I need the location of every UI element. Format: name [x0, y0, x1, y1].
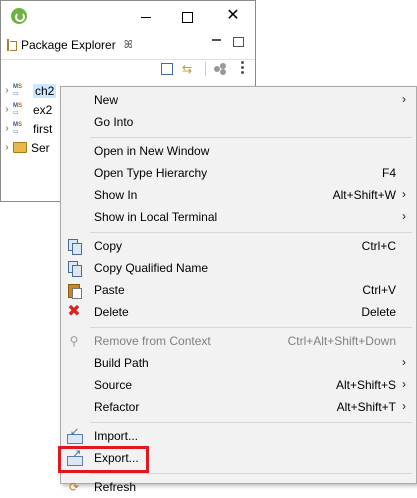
- menu-item-label: New: [94, 93, 119, 107]
- menu-item-copy-qualified-name[interactable]: Copy Qualified Name: [61, 257, 416, 279]
- maximize-button[interactable]: [167, 1, 207, 31]
- package-explorer-icon: [7, 39, 17, 51]
- menu-item-refresh[interactable]: ⟳ Refresh: [61, 476, 416, 498]
- menu-item-shortcut: Alt+Shift+T: [336, 400, 396, 414]
- menu-item-shortcut: Delete: [361, 305, 396, 319]
- submenu-arrow-icon: ›: [402, 92, 406, 106]
- filter-icon[interactable]: [214, 63, 228, 75]
- context-menu: New › Go Into Open in New Window Open Ty…: [60, 86, 417, 494]
- menu-item-paste[interactable]: Paste Ctrl+V: [61, 279, 416, 301]
- expand-arrow-icon[interactable]: ›: [1, 123, 13, 134]
- menu-item-label: Build Path: [94, 356, 149, 370]
- menu-item-label: Open Type Hierarchy: [94, 166, 208, 180]
- menu-item-shortcut: Ctrl+C: [361, 239, 396, 253]
- menu-item-label: Show In: [94, 188, 138, 202]
- import-icon: [66, 425, 83, 444]
- menu-item-build-path[interactable]: Build Path ›: [61, 352, 416, 374]
- menu-item-label: Remove from Context: [94, 334, 211, 348]
- menu-item-shortcut: Alt+Shift+S: [335, 378, 396, 392]
- menu-item-source[interactable]: Source Alt+Shift+S ›: [61, 374, 416, 396]
- menu-item-open-new-window[interactable]: Open in New Window: [61, 140, 416, 162]
- tree-item[interactable]: › MS ▭ ex2: [1, 100, 61, 119]
- menu-separator: [90, 137, 412, 138]
- menu-separator: [90, 327, 412, 328]
- tree-item[interactable]: › Ser: [1, 138, 61, 157]
- menu-item-delete[interactable]: ✖ Delete Delete: [61, 301, 416, 323]
- menu-separator: [90, 473, 412, 474]
- menu-item-label: Show in Local Terminal: [94, 210, 218, 224]
- menu-item-shortcut: Ctrl+V: [362, 283, 396, 297]
- menu-item-label: Copy Qualified Name: [94, 261, 209, 275]
- tree-item-label: ex2: [33, 102, 53, 117]
- menu-item-label: Refresh: [94, 480, 137, 494]
- tree-item[interactable]: › MS ▭ ch2: [1, 81, 61, 100]
- project-icon: MS ▭: [13, 102, 23, 116]
- menu-item-label: Import...: [94, 429, 139, 443]
- menu-item-open-type-hierarchy[interactable]: Open Type Hierarchy F4: [61, 162, 416, 184]
- project-icon: MS ▭: [13, 121, 23, 135]
- spring-logo-icon: [11, 8, 27, 24]
- paste-icon: [66, 282, 82, 299]
- title-bar: ✕: [1, 1, 255, 31]
- menu-item-go-into[interactable]: Go Into: [61, 111, 416, 133]
- menu-item-label: Go Into: [94, 115, 134, 129]
- submenu-arrow-icon: ›: [402, 355, 406, 369]
- delete-icon: ✖: [67, 303, 81, 320]
- tree-item-label: ch2: [33, 83, 57, 98]
- project-icon: MS ▭: [13, 83, 23, 97]
- submenu-arrow-icon: ›: [402, 187, 406, 201]
- menu-item-remove-from-context[interactable]: ⚲ Remove from Context Ctrl+Alt+Shift+Dow…: [61, 330, 416, 352]
- menu-separator: [90, 422, 412, 423]
- menu-item-label: Paste: [94, 283, 125, 297]
- remove-context-icon: ⚲: [69, 334, 79, 348]
- menu-item-refactor[interactable]: Refactor Alt+Shift+T ›: [61, 396, 416, 418]
- view-maximize-icon[interactable]: [233, 37, 244, 47]
- menu-item-show-local-terminal[interactable]: Show in Local Terminal ›: [61, 206, 416, 228]
- submenu-arrow-icon: ›: [402, 399, 406, 413]
- folder-icon: [13, 142, 27, 153]
- tree-item-label: first: [33, 121, 53, 136]
- copy-icon: [66, 238, 82, 255]
- menu-item-label: Open in New Window: [94, 144, 210, 158]
- menu-item-label: Refactor: [94, 400, 140, 414]
- link-with-editor-icon[interactable]: ⇆: [182, 63, 196, 75]
- menu-item-label: Source: [94, 378, 133, 392]
- minimize-button[interactable]: [126, 1, 166, 31]
- tab-close-icon[interactable]: ꕤ: [124, 39, 133, 52]
- menu-item-label: Copy: [94, 239, 123, 253]
- view-tab-bar: Package Explorer ꕤ: [1, 31, 255, 60]
- toolbar-separator: [205, 62, 206, 76]
- maximize-icon: [181, 11, 193, 23]
- submenu-arrow-icon: ›: [402, 377, 406, 391]
- tab-package-explorer[interactable]: Package Explorer ꕤ: [1, 31, 139, 59]
- expand-arrow-icon[interactable]: ›: [1, 104, 13, 115]
- tab-label: Package Explorer: [21, 38, 116, 52]
- submenu-arrow-icon: ›: [402, 209, 406, 223]
- view-minimize-icon[interactable]: [212, 39, 221, 41]
- view-menu-icon[interactable]: [241, 61, 244, 77]
- menu-item-import[interactable]: Import...: [61, 425, 416, 447]
- copy-qualified-name-icon: [66, 260, 82, 277]
- tree-item-label: Ser: [31, 140, 50, 155]
- refresh-icon: ⟳: [68, 480, 80, 494]
- menu-item-shortcut: Ctrl+Alt+Shift+Down: [287, 334, 396, 348]
- expand-arrow-icon[interactable]: ›: [1, 85, 13, 96]
- menu-separator: [90, 232, 412, 233]
- project-tree: › MS ▭ ch2 › MS ▭ ex2 › MS ▭ first › Ser: [1, 81, 61, 157]
- menu-item-label: Delete: [94, 305, 129, 319]
- menu-item-shortcut: Alt+Shift+W: [332, 188, 396, 202]
- menu-item-shortcut: F4: [381, 166, 396, 180]
- menu-item-new[interactable]: New ›: [61, 89, 416, 111]
- tree-item[interactable]: › MS ▭ first: [1, 119, 61, 138]
- menu-item-copy[interactable]: Copy Ctrl+C: [61, 235, 416, 257]
- menu-item-show-in[interactable]: Show In Alt+Shift+W ›: [61, 184, 416, 206]
- close-button[interactable]: ✕: [213, 1, 253, 31]
- collapse-all-icon[interactable]: [161, 63, 173, 75]
- export-highlight-box: [58, 446, 149, 473]
- expand-arrow-icon[interactable]: ›: [1, 142, 13, 153]
- minimize-icon: [141, 16, 151, 18]
